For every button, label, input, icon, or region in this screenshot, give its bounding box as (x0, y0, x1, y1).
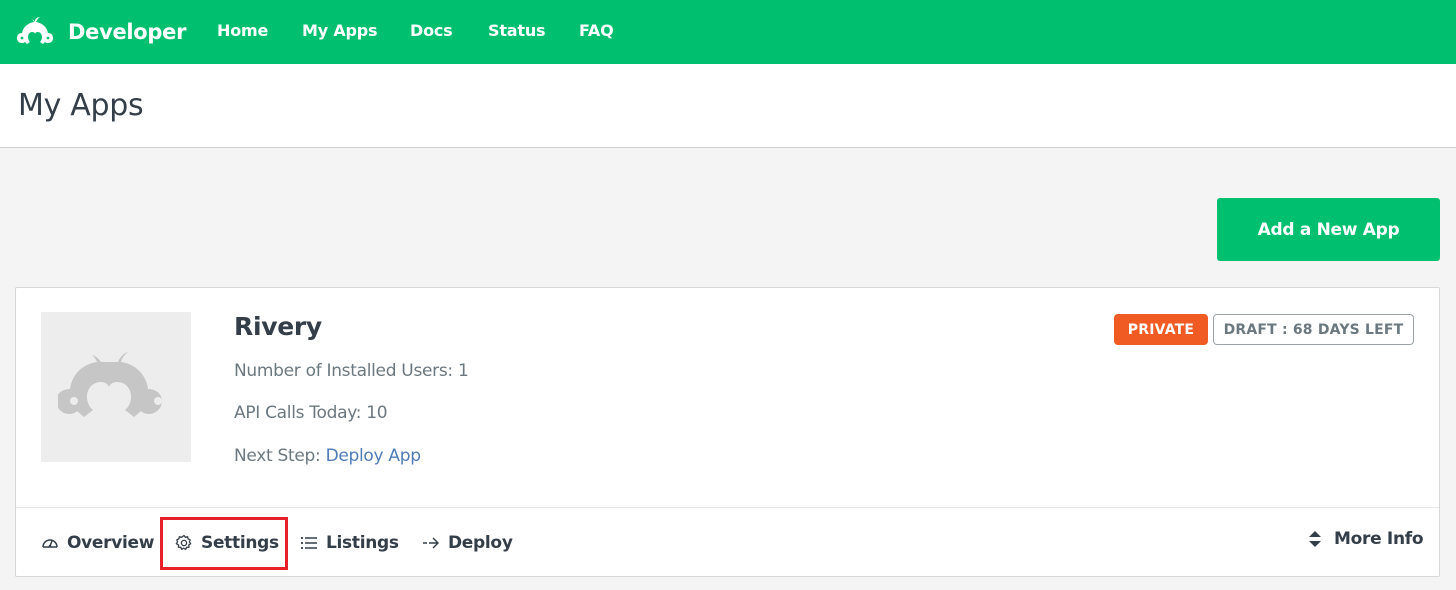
draft-status-badge: DRAFT : 68 DAYS LEFT (1213, 314, 1414, 345)
api-calls-value: 10 (366, 403, 388, 423)
deploy-app-link[interactable]: Deploy App (326, 446, 421, 466)
nav-docs[interactable]: Docs (410, 21, 453, 40)
card-divider (16, 507, 1439, 508)
app-name: Rivery (234, 312, 322, 341)
nav-home[interactable]: Home (217, 21, 268, 40)
tab-listings[interactable]: Listings (300, 520, 399, 566)
tab-overview-label: Overview (67, 533, 155, 553)
app-card: Rivery Number of Installed Users: 1 API … (15, 287, 1440, 577)
brand-logo-link[interactable]: Developer (14, 14, 186, 50)
nav-status[interactable]: Status (488, 21, 546, 40)
top-navigation-bar: Developer Home My Apps Docs Status FAQ (0, 0, 1456, 64)
dashboard-gauge-icon (42, 539, 58, 548)
next-step-stat: Next Step: Deploy App (234, 446, 421, 466)
api-calls-label: API Calls Today: (234, 403, 362, 423)
list-icon (300, 536, 317, 550)
gear-icon (175, 534, 192, 550)
page-header: My Apps (0, 64, 1456, 148)
installed-users-stat: Number of Installed Users: 1 (234, 361, 469, 381)
monkey-placeholder-icon (58, 352, 162, 417)
private-badge: PRIVATE (1114, 314, 1208, 345)
add-new-app-button[interactable]: Add a New App (1217, 198, 1440, 261)
brand-name: Developer (68, 20, 187, 44)
app-logo (41, 312, 191, 462)
tab-listings-label: Listings (326, 533, 399, 553)
tab-deploy-label: Deploy (448, 533, 513, 553)
tab-overview[interactable]: Overview (41, 520, 155, 566)
tab-settings-label: Settings (201, 533, 279, 553)
arrow-right-icon (423, 537, 439, 549)
nav-my-apps[interactable]: My Apps (302, 21, 378, 40)
more-info-label: More Info (1334, 529, 1424, 549)
tab-deploy[interactable]: Deploy (422, 520, 513, 566)
installed-users-value: 1 (457, 361, 469, 381)
more-info-toggle[interactable]: More Info (1308, 524, 1424, 554)
installed-users-label: Number of Installed Users: (234, 361, 453, 381)
tab-settings[interactable]: Settings (175, 520, 279, 566)
page-title: My Apps (18, 88, 144, 123)
next-step-label: Next Step: (234, 446, 321, 466)
sort-caret-icon (1309, 531, 1321, 547)
nav-faq[interactable]: FAQ (579, 21, 614, 40)
monkey-logo-icon (17, 17, 53, 44)
api-calls-stat: API Calls Today: 10 (234, 403, 388, 423)
